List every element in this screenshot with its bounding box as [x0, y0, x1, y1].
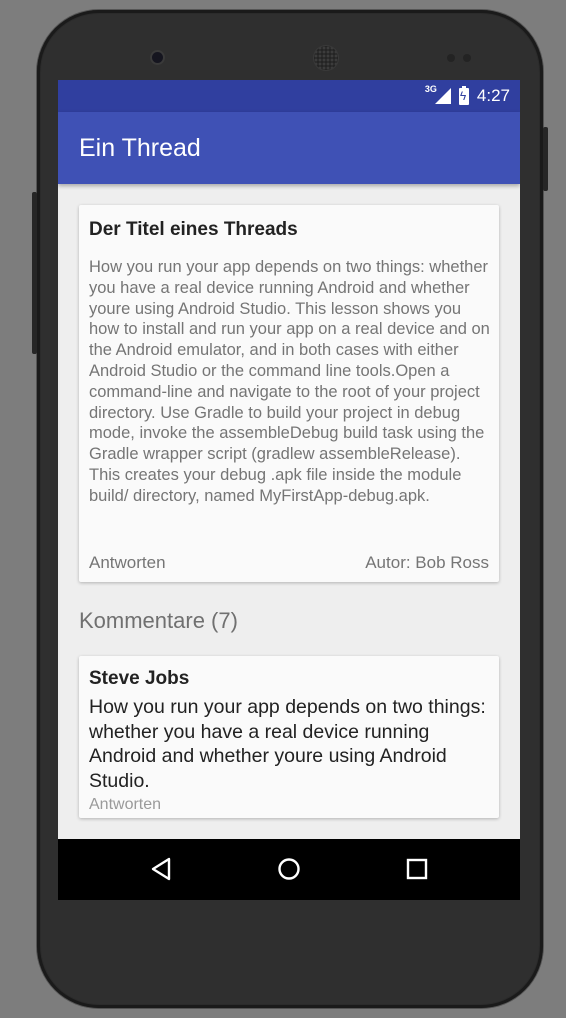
home-button[interactable]: [273, 853, 305, 885]
app-bar: Ein Thread: [58, 112, 520, 184]
volume-button: [32, 192, 37, 354]
thread-content[interactable]: Der Titel eines Threads How you run your…: [58, 184, 520, 839]
status-icons: 3G ϟ 4:27: [425, 84, 510, 108]
comments-heading: Kommentare (7): [79, 608, 238, 633]
status-time: 4:27: [476, 86, 510, 105]
home-icon: [278, 858, 300, 880]
recents-button[interactable]: [401, 853, 433, 885]
thread-author: Autor: Bob Ross: [365, 553, 489, 572]
reply-button[interactable]: Antworten: [89, 553, 166, 573]
front-camera: [152, 52, 163, 63]
thread-title: Der Titel eines Threads: [89, 219, 298, 240]
signal-icon: [434, 88, 451, 104]
navigation-bar: [58, 839, 520, 900]
proximity-sensor: [447, 54, 455, 62]
device-screen: 3G ϟ 4:27 Ein Thread Der Titel eines Thr…: [58, 80, 520, 900]
app-bar-title: Ein Thread: [79, 134, 201, 162]
thread-body: How you run your app depends on two thin…: [89, 258, 490, 505]
network-type-label: 3G: [424, 84, 437, 94]
back-button[interactable]: [145, 853, 177, 885]
comment-author: Steve Jobs: [89, 668, 190, 689]
comment-card: Steve Jobs How you run your app depends …: [79, 656, 499, 818]
light-sensor: [463, 54, 471, 62]
power-button: [543, 127, 548, 191]
comment-body: How you run your app depends on two thin…: [89, 696, 486, 792]
earpiece-speaker: [314, 46, 338, 70]
comment-reply-button[interactable]: Antworten: [89, 796, 161, 814]
recents-icon: [406, 858, 428, 880]
thread-card: Der Titel eines Threads How you run your…: [79, 205, 499, 582]
back-icon: [151, 857, 171, 881]
status-bar: 3G ϟ 4:27: [58, 80, 520, 112]
battery-icon: ϟ: [458, 85, 469, 105]
